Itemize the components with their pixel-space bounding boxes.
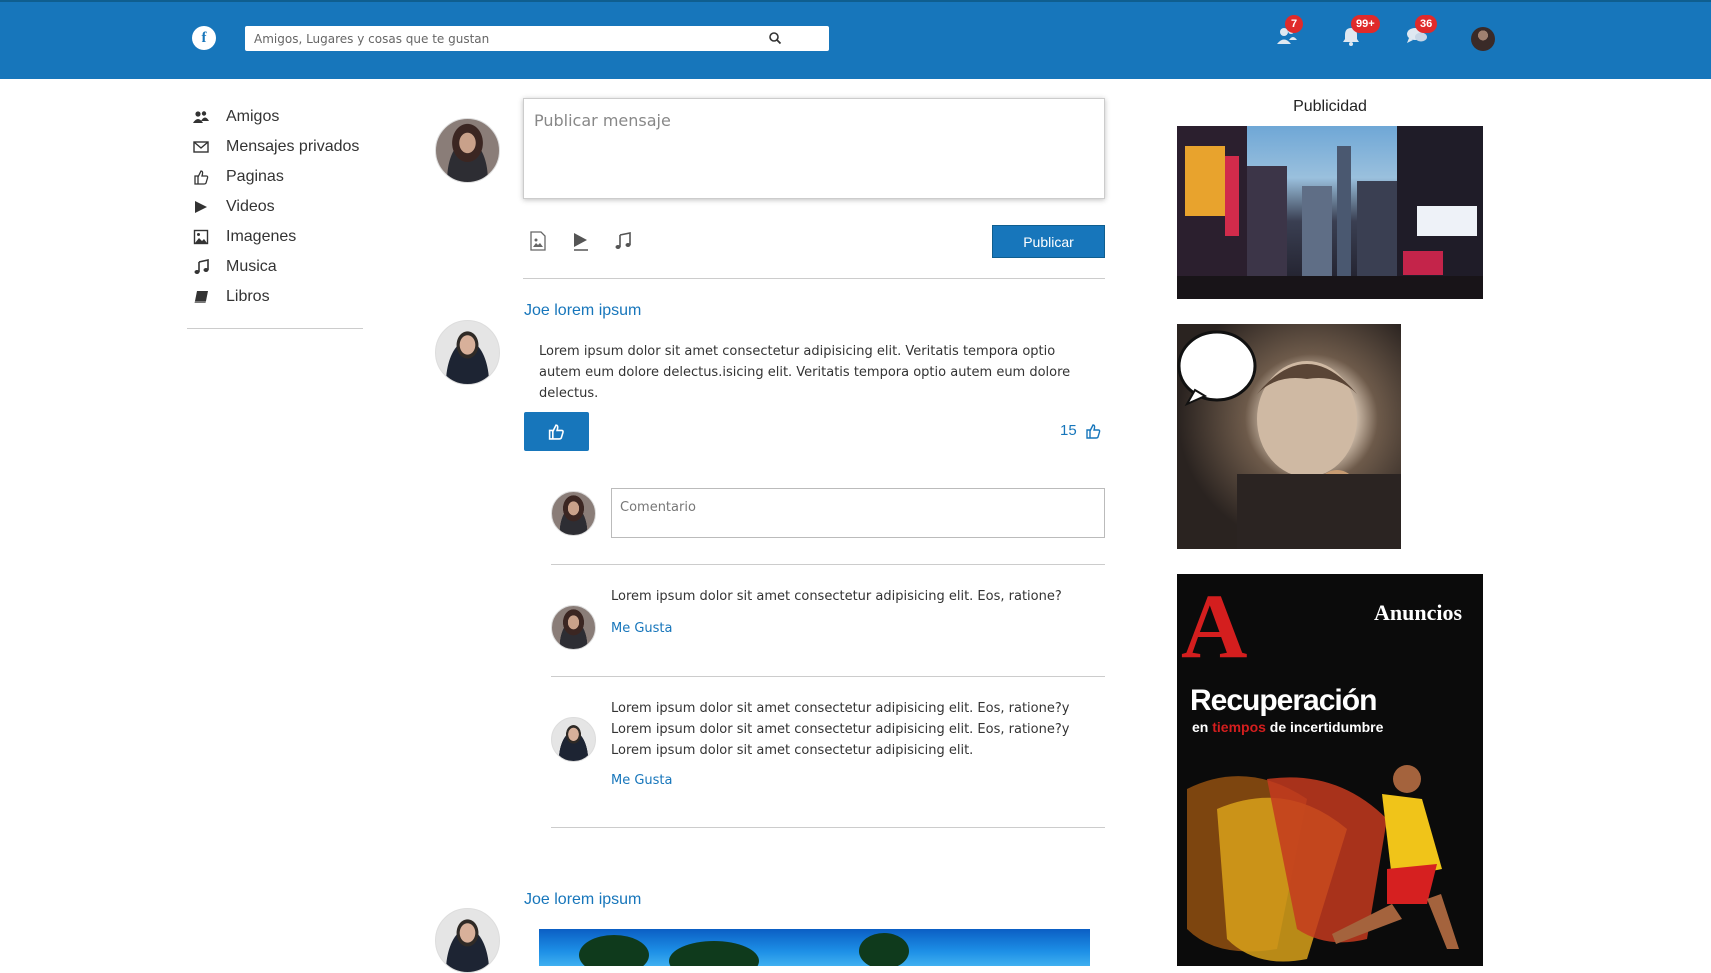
divider [523,278,1105,279]
post-author-avatar [435,320,500,385]
thumbs-up-icon [1086,424,1101,439]
sidebar-item-label: Mensajes privados [226,138,360,155]
envelope-icon [193,141,209,153]
post-message-input[interactable] [524,99,1104,198]
comment-like-link[interactable]: Me Gusta [611,773,673,788]
search-icon[interactable] [768,31,782,45]
sidebar-item-mensajes[interactable]: Mensajes privados [193,132,363,162]
friend-requests-button[interactable]: 7 [1276,15,1303,48]
post-author-link[interactable]: Joe lorem ipsum [524,302,641,320]
sub-text: de incertidumbre [1265,719,1384,735]
image-icon [193,229,209,245]
post-image[interactable] [539,929,1090,966]
magazine-headline: Recuperación [1190,684,1377,717]
ad-times-square-image[interactable] [1177,126,1483,299]
attach-image-icon[interactable] [529,231,547,251]
sidebar-divider [187,328,363,329]
sidebar-item-label: Musica [226,258,277,275]
sidebar-item-label: Imagenes [226,228,297,245]
comment-author-avatar [551,491,596,536]
city-image [1177,126,1483,299]
comment-avatar [551,717,596,762]
comment-input[interactable] [612,489,1104,537]
magazine-letter: A [1181,575,1248,677]
play-icon [195,201,207,213]
magazine-subheadline: en tiempos de incertidumbre [1192,719,1383,735]
sidebar-item-paginas[interactable]: Paginas [193,162,363,192]
sidebar-item-label: Amigos [226,108,280,125]
post-text: Lorem ipsum dolor sit amet consectetur a… [539,344,1071,401]
ad-vintage-poster-image[interactable] [1177,324,1401,549]
comment-box [611,488,1105,538]
composer-avatar [435,118,500,183]
composer [523,98,1105,199]
search-input[interactable] [245,26,765,51]
magazine-brand: Anuncios [1374,600,1463,625]
divider [551,676,1105,677]
sub-text-red: tiempos [1212,719,1266,735]
divider [551,564,1105,565]
like-count: 15 [1060,422,1077,439]
divider [551,827,1105,828]
comment-text: Lorem ipsum dolor sit amet consectetur a… [611,701,1070,758]
comment-text: Lorem ipsum dolor sit amet consectetur a… [611,589,1062,604]
notifications-button[interactable]: 99+ [1341,15,1380,48]
thumbs-up-icon [548,424,564,440]
book-icon [194,291,208,303]
facebook-logo-icon[interactable]: f [192,26,216,50]
sidebar-item-libros[interactable]: Libros [193,282,363,312]
messages-button[interactable]: 36 [1406,15,1438,48]
post-author-avatar [435,908,500,973]
left-sidebar: Amigos Mensajes privados Paginas Videos … [193,102,363,312]
comment-avatar [551,605,596,650]
comment-like-link[interactable]: Me Gusta [611,621,673,636]
poster-image [1177,330,1401,549]
sidebar-item-imagenes[interactable]: Imagenes [193,222,363,252]
ad-magazine-cover[interactable]: A Anuncios Recuperación en tiempos de in… [1177,574,1483,966]
messages-badge: 36 [1415,15,1438,33]
friends-badge: 7 [1285,15,1303,33]
sidebar-item-label: Libros [226,288,270,305]
post-author-link[interactable]: Joe lorem ipsum [524,891,641,909]
attach-video-icon[interactable] [572,231,590,251]
sidebar-item-label: Paginas [226,168,284,185]
top-navbar: f 7 99+ 36 [0,0,1711,79]
users-icon [193,111,209,123]
runner-image [1187,765,1459,962]
thumbs-up-icon [194,170,209,185]
like-button[interactable] [524,412,589,451]
sidebar-item-musica[interactable]: Musica [193,252,363,282]
sidebar-item-amigos[interactable]: Amigos [193,102,363,132]
search-bar [245,26,829,51]
attach-music-icon[interactable] [614,231,632,251]
ads-title: Publicidad [1293,98,1367,115]
music-icon [194,259,209,274]
sub-text: en [1192,719,1213,735]
publish-button[interactable]: Publicar [992,225,1105,258]
sidebar-item-videos[interactable]: Videos [193,192,363,222]
profile-avatar[interactable] [1471,27,1495,51]
sidebar-item-label: Videos [226,198,275,215]
notifications-badge: 99+ [1351,15,1380,33]
